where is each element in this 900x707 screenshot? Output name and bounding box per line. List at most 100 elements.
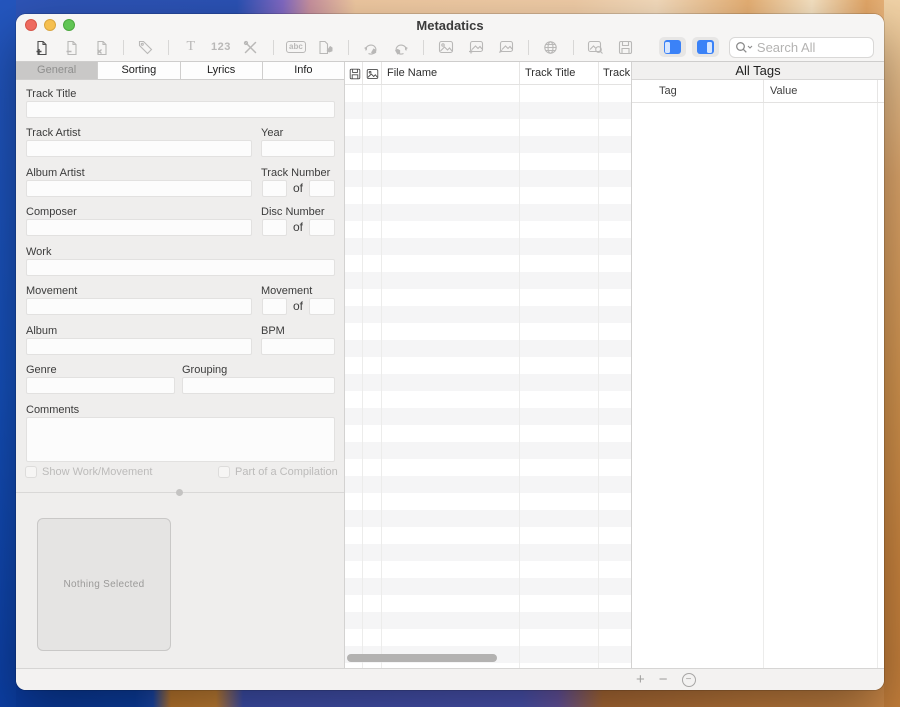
composer-input[interactable]: [26, 219, 252, 236]
all-tags-body[interactable]: [632, 103, 884, 668]
tag-icon: [138, 40, 153, 55]
genre-input[interactable]: [26, 377, 175, 394]
save-status-column-icon[interactable]: [349, 67, 361, 85]
artwork-column-icon[interactable]: [366, 67, 379, 85]
remove-tag-button[interactable]: −: [659, 672, 668, 687]
titlebar[interactable]: Metadatics: [16, 14, 884, 33]
checkbox-label: Show Work/Movement: [42, 466, 152, 478]
work-input[interactable]: [26, 259, 335, 276]
file-buttons-group: [26, 35, 116, 59]
app-window: Metadatics: [16, 14, 884, 690]
tag-from-filename-button[interactable]: [311, 35, 341, 59]
track-title-input[interactable]: [26, 101, 335, 118]
search-input[interactable]: [757, 40, 868, 55]
column-header-tag[interactable]: Tag: [659, 85, 677, 97]
add-artwork-button[interactable]: [461, 35, 491, 59]
web-buttons-group: [536, 35, 566, 59]
abc-icon: abc: [286, 41, 306, 53]
show-work-movement-checkbox[interactable]: Show Work/Movement: [25, 466, 152, 478]
track-total-input[interactable]: [309, 180, 335, 197]
window-chrome: Metadatics: [16, 14, 884, 62]
editor-tabs: General Sorting Lyrics Info: [16, 62, 344, 80]
column-divider: [519, 62, 520, 84]
number-tracks-button[interactable]: 123: [206, 35, 236, 59]
track-artist-label: Track Artist: [26, 127, 81, 139]
column-divider: [362, 85, 363, 668]
revert-tags-button[interactable]: [356, 35, 386, 59]
panel-toggle-group: [659, 37, 719, 57]
delete-file-button[interactable]: [86, 35, 116, 59]
tools-button[interactable]: [236, 35, 266, 59]
column-divider: [381, 62, 382, 84]
general-form: Track Title Track Artist Year Album Arti…: [16, 80, 344, 668]
toggle-right-panel-button[interactable]: [692, 37, 719, 57]
document-add-icon: [34, 40, 49, 55]
tab-sorting[interactable]: Sorting: [98, 62, 180, 79]
image-add-icon: [468, 40, 484, 54]
column-header-file-name[interactable]: File Name: [387, 67, 437, 79]
movement-total-input[interactable]: [309, 298, 335, 315]
export-artwork-button[interactable]: [491, 35, 521, 59]
column-header-value[interactable]: Value: [770, 85, 797, 97]
year-input[interactable]: [261, 140, 335, 157]
toolbar-separator: [573, 40, 574, 55]
album-artist-input[interactable]: [26, 180, 252, 197]
grouping-input[interactable]: [182, 377, 335, 394]
text-case-button[interactable]: T: [176, 35, 206, 59]
tab-lyrics[interactable]: Lyrics: [181, 62, 263, 79]
tab-info[interactable]: Info: [263, 62, 344, 79]
disc-total-input[interactable]: [309, 219, 335, 236]
toolbar-separator: [168, 40, 169, 55]
splitter-handle[interactable]: [176, 489, 183, 496]
window-title: Metadatics: [16, 18, 884, 33]
track-number-input[interactable]: [262, 180, 287, 197]
movement-number-input[interactable]: [262, 298, 287, 315]
track-artist-input[interactable]: [26, 140, 252, 157]
movement-of-label: of: [288, 299, 308, 313]
redo-tag-button[interactable]: [386, 35, 416, 59]
search-field[interactable]: [729, 37, 874, 58]
column-divider: [598, 62, 599, 84]
add-tag-button[interactable]: +: [636, 672, 645, 687]
tab-general[interactable]: General: [16, 62, 98, 79]
search-icon: [735, 41, 753, 54]
disc-number-input[interactable]: [262, 219, 287, 236]
grouping-label: Grouping: [182, 364, 227, 376]
editor-panel: General Sorting Lyrics Info Track Title …: [16, 62, 345, 668]
document-tag-icon: [317, 40, 334, 55]
file-list-panel: File Name Track Title Track .: [345, 62, 632, 668]
document-remove-icon: [64, 40, 79, 55]
comments-input[interactable]: [26, 417, 335, 462]
wallpaper-right: [884, 0, 900, 707]
tag-button[interactable]: [131, 35, 161, 59]
add-files-button[interactable]: [26, 35, 56, 59]
file-list-body[interactable]: [345, 85, 631, 668]
save-button[interactable]: [611, 35, 641, 59]
web-lookup-button[interactable]: [536, 35, 566, 59]
redo-tag-icon: [393, 40, 409, 55]
part-of-compilation-checkbox[interactable]: Part of a Compilation: [218, 466, 338, 478]
artwork-well[interactable]: Nothing Selected: [37, 518, 171, 651]
toolbar-separator: [528, 40, 529, 55]
toolbar-separator: [348, 40, 349, 55]
column-header-track-title[interactable]: Track Title: [525, 67, 575, 79]
composer-label: Composer: [26, 206, 77, 218]
save-icon: [618, 40, 633, 55]
artwork-search-button[interactable]: [581, 35, 611, 59]
horizontal-scrollbar[interactable]: [347, 654, 497, 662]
checkbox-icon: [25, 466, 37, 478]
bpm-input[interactable]: [261, 338, 335, 355]
bpm-label: BPM: [261, 325, 285, 337]
toolbar-separator: [423, 40, 424, 55]
column-divider: [877, 80, 878, 102]
remove-all-tags-button[interactable]: −: [682, 673, 696, 687]
toggle-left-panel-button[interactable]: [659, 37, 686, 57]
movement-input[interactable]: [26, 298, 252, 315]
rename-from-tags-button[interactable]: abc: [281, 35, 311, 59]
column-divider: [763, 80, 764, 102]
album-input[interactable]: [26, 338, 252, 355]
view-artwork-button[interactable]: [431, 35, 461, 59]
undo-buttons-group: [356, 35, 416, 59]
remove-file-button[interactable]: [56, 35, 86, 59]
image-export-icon: [498, 40, 514, 54]
